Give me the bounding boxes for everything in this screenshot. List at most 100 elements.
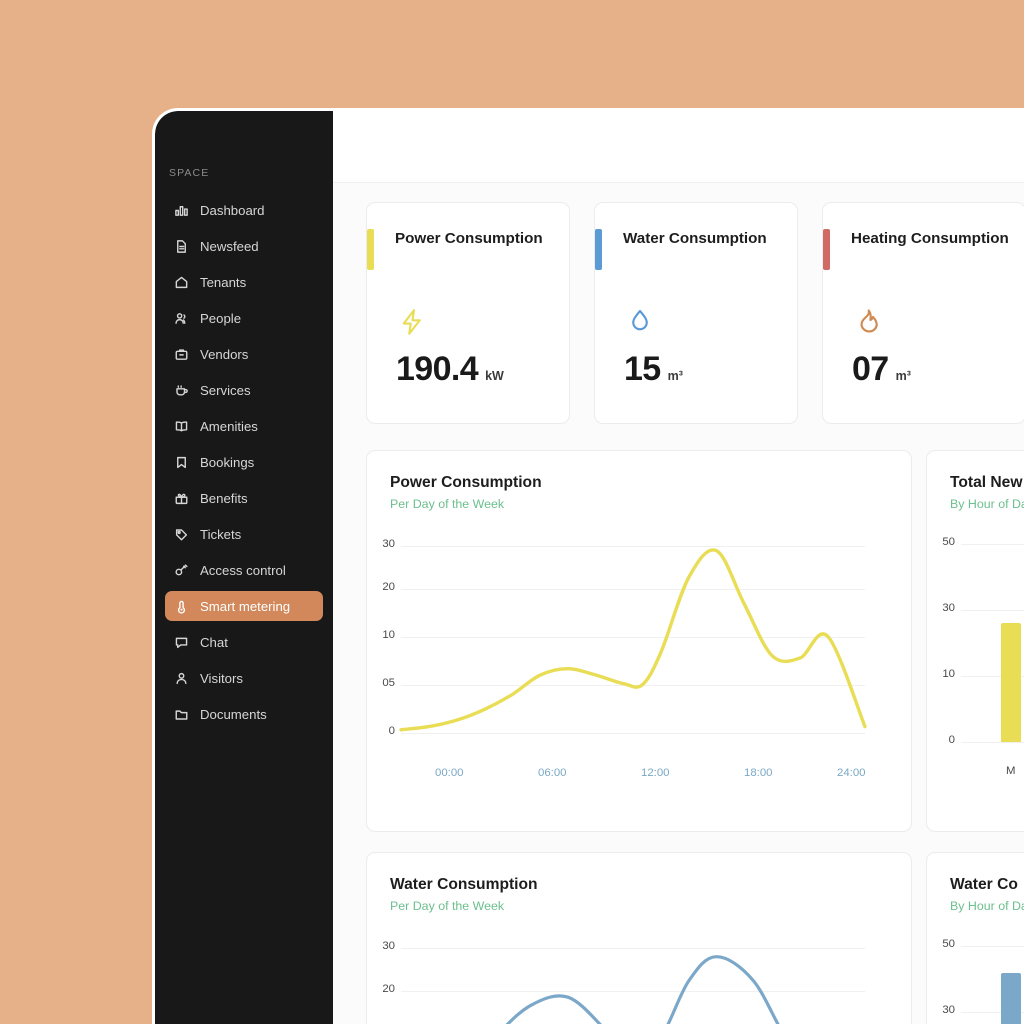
chart-subtitle: By Hour of Day	[950, 497, 1024, 511]
sidebar-item-label: Documents	[200, 706, 267, 722]
sidebar-item-label: Tickets	[200, 526, 242, 542]
chart-title: Total New	[950, 474, 1023, 491]
sidebar-item-label: Visitors	[200, 670, 243, 686]
bar-chart-icon	[174, 203, 189, 218]
sidebar-item-label: Vendors	[200, 346, 249, 362]
power-line-plot: 30 20 10 05 0 00:00 06:00 12:00 18:00 24:00	[367, 529, 911, 799]
chart-card-water-by-hour[interactable]: Water Co By Hour of Day 50 30	[926, 852, 1024, 1024]
stat-card-header: Heating Consumption	[823, 229, 1024, 270]
sidebar-item-dashboard[interactable]: Dashboard	[165, 195, 323, 225]
power-consumption-line	[399, 548, 867, 732]
stat-card-unit: m³	[667, 369, 683, 383]
y-axis-tick: 50	[942, 536, 955, 548]
sidebar-nav-list: Dashboard Newsfeed Tenants People Vendors Ser…	[155, 195, 333, 735]
gridline	[961, 610, 1024, 611]
home-icon	[174, 275, 189, 290]
chart-card-total-new[interactable]: Total New By Hour of Day 50 30 10 0 M	[926, 450, 1024, 832]
chart-card-power-consumption[interactable]: Power Consumption Per Day of the Week 30…	[366, 450, 912, 832]
stat-card-row: Power Consumption 190.4 kW Water Consumptio…	[366, 202, 1024, 424]
sidebar-item-bookings[interactable]: Bookings	[165, 447, 323, 477]
y-axis-tick: 30	[942, 602, 955, 614]
stat-card-title: Power Consumption	[395, 230, 543, 247]
top-header-bar	[333, 111, 1024, 183]
sidebar-item-documents[interactable]: Documents	[165, 699, 323, 729]
droplet-icon	[625, 307, 797, 337]
stat-card-value: 190.4	[396, 350, 479, 388]
sidebar-item-label: People	[200, 310, 242, 326]
sidebar-item-label: Chat	[200, 634, 228, 650]
briefcase-icon	[174, 347, 189, 362]
stat-card-water-consumption[interactable]: Water Consumption 15 m³	[594, 202, 798, 424]
chart-row-power: Power Consumption Per Day of the Week 30…	[366, 450, 1024, 832]
sidebar-item-tickets[interactable]: Tickets	[165, 519, 323, 549]
x-axis-tick: 12:00	[641, 767, 670, 779]
flame-icon	[853, 307, 1024, 337]
sidebar-item-label: Services	[200, 382, 251, 398]
x-axis-tick: 24:00	[837, 767, 866, 779]
sidebar-item-label: Access control	[200, 562, 286, 578]
stat-card-title: Heating Consumption	[851, 230, 1009, 247]
bolt-icon	[397, 307, 569, 337]
app-window: SPACE Dashboard Newsfeed Tenants People Vend…	[152, 108, 1024, 1024]
sidebar-item-label: Amenities	[200, 418, 258, 434]
sidebar-item-visitors[interactable]: Visitors	[165, 663, 323, 693]
gridline	[961, 544, 1024, 545]
x-axis-tick: M	[1006, 765, 1016, 777]
sidebar: SPACE Dashboard Newsfeed Tenants People Vend…	[155, 111, 333, 1024]
stat-card-unit: m³	[895, 369, 911, 383]
stat-card-header: Power Consumption	[367, 229, 569, 270]
gridline	[961, 946, 1024, 947]
sidebar-item-label: Tenants	[200, 274, 247, 290]
bar[interactable]	[1001, 622, 1021, 742]
chart-row-water: Water Consumption Per Day of the Week 30…	[366, 852, 1024, 1024]
sidebar-item-access-control[interactable]: Access control	[165, 555, 323, 585]
document-icon	[174, 239, 189, 254]
x-axis-tick: 06:00	[538, 767, 567, 779]
sidebar-item-smart-metering[interactable]: Smart metering	[165, 591, 323, 621]
stat-card-power-consumption[interactable]: Power Consumption 190.4 kW	[366, 202, 570, 424]
x-axis-tick: 18:00	[744, 767, 773, 779]
folder-icon	[174, 707, 189, 722]
stat-accent-bar	[367, 229, 374, 270]
chart-title: Water Co	[950, 876, 1018, 893]
stat-accent-bar	[595, 229, 602, 270]
water-bar-plot: 50 30	[927, 931, 1024, 1024]
sidebar-item-chat[interactable]: Chat	[165, 627, 323, 657]
tag-icon	[174, 527, 189, 542]
chart-subtitle: Per Day of the Week	[390, 899, 505, 913]
sidebar-item-label: Newsfeed	[200, 238, 259, 254]
stat-card-value: 07	[852, 350, 889, 388]
chart-card-water-consumption[interactable]: Water Consumption Per Day of the Week 30…	[366, 852, 912, 1024]
water-consumption-line	[505, 955, 780, 1024]
sidebar-item-newsfeed[interactable]: Newsfeed	[165, 231, 323, 261]
sidebar-item-label: Benefits	[200, 490, 248, 506]
chart-title: Water Consumption	[390, 876, 538, 893]
stat-card-value: 15	[624, 350, 661, 388]
y-axis-tick: 0	[948, 734, 955, 746]
dashboard-scroll-area[interactable]: Power Consumption 190.4 kW Water Consumptio…	[333, 183, 1024, 1024]
sidebar-item-tenants[interactable]: Tenants	[165, 267, 323, 297]
stat-card-value-group: 07 m³	[852, 350, 1024, 389]
sidebar-item-amenities[interactable]: Amenities	[165, 411, 323, 441]
chart-subtitle: By Hour of Day	[950, 899, 1024, 913]
sidebar-item-people[interactable]: People	[165, 303, 323, 333]
y-axis-tick: 10	[942, 668, 955, 680]
x-axis-tick: 00:00	[435, 767, 464, 779]
chart-title: Power Consumption	[390, 474, 542, 491]
stat-card-title: Water Consumption	[623, 230, 767, 247]
stat-accent-bar	[823, 229, 830, 270]
stat-card-heating-consumption[interactable]: Heating Consumption 07 m³	[822, 202, 1024, 424]
cup-icon	[174, 383, 189, 398]
bar[interactable]	[1001, 973, 1021, 1024]
sidebar-section-label: SPACE	[169, 167, 210, 179]
sidebar-item-benefits[interactable]: Benefits	[165, 483, 323, 513]
stat-card-value-group: 190.4 kW	[396, 350, 569, 389]
sidebar-item-label: Smart metering	[200, 598, 291, 614]
sidebar-item-vendors[interactable]: Vendors	[165, 339, 323, 369]
key-icon	[174, 563, 189, 578]
thermometer-icon	[174, 599, 189, 614]
chat-icon	[174, 635, 189, 650]
sidebar-item-services[interactable]: Services	[165, 375, 323, 405]
stat-card-value-group: 15 m³	[624, 350, 797, 389]
screenshot-root: SPACE Dashboard Newsfeed Tenants People Vend…	[0, 0, 1024, 1024]
